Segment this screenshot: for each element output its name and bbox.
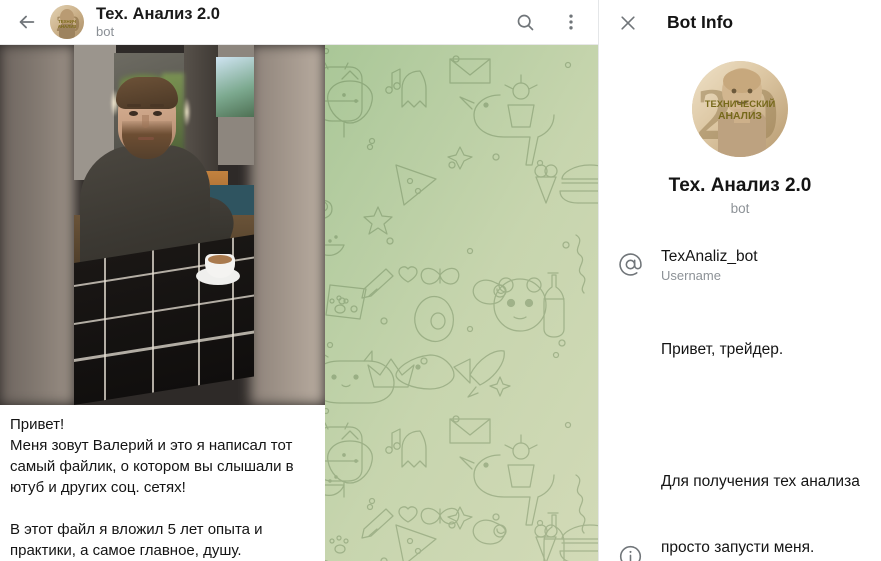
profile-avatar[interactable]: 2 0 ТЕХНИЧЕСКИЙ АНАЛИЗ <box>692 61 788 157</box>
text-message-bubble[interactable]: Привет! Меня зовут Валерий и это я напис… <box>0 405 325 561</box>
profile-avatar-image: 2 0 ТЕХНИЧЕСКИЙ АНАЛИЗ <box>692 61 788 157</box>
username-main: TexAnaliz_bot Username <box>661 246 871 283</box>
photo-message[interactable] <box>0 45 325 405</box>
panel-title: Bot Info <box>667 12 734 32</box>
bio-text: Привет, трейдер. Для получения тех анали… <box>661 295 881 561</box>
close-button[interactable] <box>615 10 641 36</box>
more-vertical-icon <box>561 12 581 32</box>
bot-info-header: Bot Info <box>599 0 881 45</box>
bio-main: Привет, трейдер. Для получения тех анали… <box>661 295 871 561</box>
avatar-caption-bottom: АНАЛИЗ <box>718 111 762 122</box>
chat-subtitle: bot <box>96 23 115 39</box>
photo-blur-left <box>0 45 75 405</box>
photo-blur-right <box>250 45 325 405</box>
at-sign-icon <box>599 252 661 277</box>
bot-info-panel: Bot Info 2 0 <box>598 0 881 561</box>
chat-title: Тех. Анализ 2.0 <box>96 5 220 23</box>
header-avatar[interactable]: 2 0 ТЕХНИЧ АНАЛИЗ <box>50 5 84 39</box>
username-row[interactable]: TexAnaliz_bot Username <box>599 240 881 289</box>
bot-type-label: bot <box>730 201 750 216</box>
close-icon <box>618 13 638 33</box>
back-button[interactable] <box>10 5 44 39</box>
search-button[interactable] <box>512 9 538 35</box>
bio-line-1: Привет, трейдер. <box>661 341 784 358</box>
message-group: Привет! Меня зовут Валерий и это я напис… <box>0 45 325 561</box>
avatar-image: 2 0 ТЕХНИЧ АНАЛИЗ <box>50 5 84 39</box>
telegram-window: 2 0 ТЕХНИЧ АНАЛИЗ Тех. Анализ 2.0 bot Пр… <box>0 0 881 561</box>
avatar-caption-top: ТЕХНИЧЕСКИЙ <box>705 98 776 109</box>
info-circle-icon <box>599 544 661 561</box>
chat-message-list[interactable]: Привет! Меня зовут Валерий и это я напис… <box>0 45 598 561</box>
bio-line-2: Для получения тех анализа <box>661 473 860 490</box>
back-arrow-icon <box>16 11 38 33</box>
photo-content <box>74 45 254 405</box>
svg-text:АНАЛИЗ: АНАЛИЗ <box>58 24 77 29</box>
header-titles[interactable]: Тех. Анализ 2.0 bot <box>96 6 512 39</box>
search-icon <box>515 12 536 33</box>
profile-block: 2 0 ТЕХНИЧЕСКИЙ АНАЛИЗ Тех. Анализ 2.0 <box>599 45 881 222</box>
header-actions <box>512 9 584 35</box>
bio-line-3: просто запусти меня. <box>661 539 815 556</box>
chat-header: 2 0 ТЕХНИЧ АНАЛИЗ Тех. Анализ 2.0 bot <box>0 0 598 45</box>
bot-display-name: Тех. Анализ 2.0 <box>668 175 812 196</box>
chat-pane: 2 0 ТЕХНИЧ АНАЛИЗ Тех. Анализ 2.0 bot Пр… <box>0 0 598 561</box>
bio-row[interactable]: Привет, трейдер. Для получения тех анали… <box>599 289 881 561</box>
more-menu-button[interactable] <box>558 9 584 35</box>
info-rows: TexAnaliz_bot Username Привет, трейдер. … <box>599 240 881 561</box>
username-value: TexAnaliz_bot <box>661 248 758 265</box>
username-label: Username <box>661 268 721 283</box>
